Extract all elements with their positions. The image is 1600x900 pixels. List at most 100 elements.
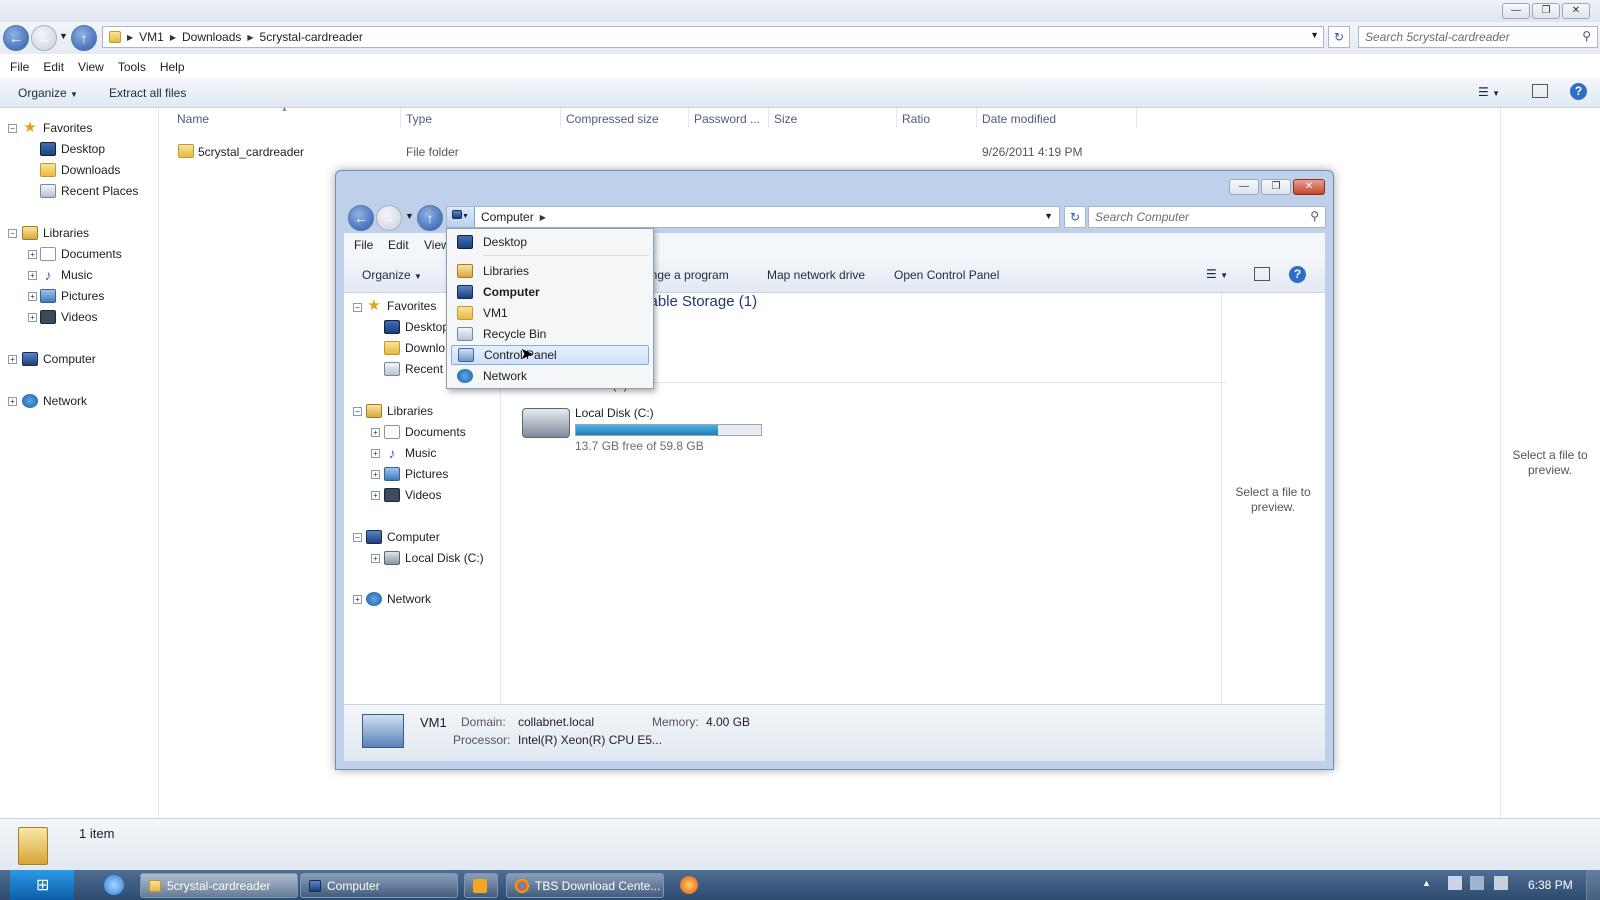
expand-icon[interactable]: + — [8, 355, 17, 364]
tree-documents[interactable]: Documents — [40, 247, 122, 261]
open-control-panel-button[interactable]: Open Control Panel — [894, 268, 999, 282]
taskbar-task-cardreader[interactable]: 5crystal-cardreader — [140, 873, 298, 898]
expand-icon[interactable]: + — [371, 554, 380, 563]
maximize-button[interactable]: ❐ — [1532, 3, 1560, 19]
tree-computer[interactable]: Computer — [366, 530, 440, 544]
tree-libraries[interactable]: Libraries — [366, 404, 433, 418]
column-type[interactable]: Type — [406, 112, 432, 126]
close-button[interactable]: ✕ — [1293, 179, 1325, 195]
collapse-icon[interactable]: − — [353, 407, 362, 416]
network-status-icon[interactable] — [1470, 876, 1484, 890]
map-network-drive-button[interactable]: Map network drive — [767, 268, 865, 282]
view-options-icon[interactable]: ☰ ▼ — [1206, 267, 1228, 281]
change-program-button[interactable]: ange a program — [644, 268, 729, 282]
show-desktop-button[interactable] — [1586, 870, 1600, 900]
collapse-icon[interactable]: − — [353, 303, 362, 312]
tree-computer[interactable]: Computer — [22, 352, 96, 366]
taskbar-task-chrome[interactable]: TBS Download Cente... — [506, 873, 664, 898]
refresh-icon[interactable]: ↻ — [1328, 26, 1350, 48]
menu-help[interactable]: Help — [160, 60, 185, 74]
tree-music[interactable]: ♪ Music — [40, 268, 93, 282]
back-button[interactable]: ← — [3, 25, 29, 51]
expand-icon[interactable]: + — [8, 397, 17, 406]
column-divider[interactable] — [400, 108, 401, 128]
table-row[interactable]: 5crystal_cardreader File folder 9/26/201… — [176, 142, 1136, 162]
column-password[interactable]: Password ... — [694, 112, 760, 126]
tree-network[interactable]: Network — [366, 592, 431, 606]
column-compressed-size[interactable]: Compressed size — [566, 112, 659, 126]
expand-icon[interactable]: + — [371, 491, 380, 500]
section-removable-storage[interactable]: vable Storage (1) — [642, 293, 757, 310]
location-dropdown-button[interactable]: ▼ — [447, 207, 475, 227]
breadcrumb-current[interactable]: 5crystal-cardreader — [260, 30, 363, 44]
inner-search-input[interactable]: Search Computer ⚲ — [1088, 206, 1326, 228]
maximize-button[interactable]: ❐ — [1261, 179, 1291, 195]
tree-favorites[interactable]: ★ Favorites — [366, 298, 436, 313]
local-disk-name[interactable]: Local Disk (C:) — [575, 406, 654, 420]
hard-drive-icon[interactable] — [522, 408, 570, 438]
tree-recent-places[interactable]: Recent — [384, 362, 443, 376]
internet-explorer-icon[interactable] — [104, 875, 124, 895]
outer-search-input[interactable]: Search 5crystal-cardreader ⚲ — [1358, 26, 1598, 48]
menu-edit[interactable]: Edit — [43, 60, 64, 74]
breadcrumb-vm1[interactable]: VM1 — [139, 30, 164, 44]
tree-favorites[interactable]: ★ Favorites — [22, 120, 92, 135]
breadcrumb-downloads[interactable]: Downloads — [182, 30, 241, 44]
chevron-down-icon[interactable]: ▼ — [1310, 30, 1319, 40]
tree-network[interactable]: Network — [22, 394, 87, 408]
column-divider[interactable] — [896, 108, 897, 128]
tree-libraries[interactable]: Libraries — [22, 226, 89, 240]
collapse-icon[interactable]: − — [8, 124, 17, 133]
organize-button[interactable]: Organize ▼ — [18, 86, 78, 100]
recent-pages-icon[interactable]: ▼ — [405, 211, 414, 221]
column-size[interactable]: Size — [774, 112, 797, 126]
tree-videos[interactable]: Videos — [40, 310, 97, 324]
column-divider[interactable] — [688, 108, 689, 128]
help-icon[interactable]: ? — [1570, 83, 1587, 100]
tree-music[interactable]: ♪ Music — [384, 446, 437, 460]
dropdown-item-network[interactable]: Network — [451, 366, 649, 386]
taskbar-media-player[interactable] — [464, 873, 498, 898]
forward-button[interactable]: → — [31, 25, 57, 51]
expand-icon[interactable]: + — [28, 271, 37, 280]
tree-recent-places[interactable]: Recent Places — [40, 184, 138, 198]
expand-icon[interactable]: + — [371, 428, 380, 437]
action-center-icon[interactable] — [1448, 876, 1462, 890]
show-hidden-icons-icon[interactable]: ▲ — [1422, 878, 1431, 888]
column-name[interactable]: Name — [177, 112, 209, 126]
column-divider[interactable] — [560, 108, 561, 128]
collapse-icon[interactable]: − — [353, 533, 362, 542]
dropdown-item-recycle-bin[interactable]: Recycle Bin — [451, 324, 649, 344]
preview-pane-icon[interactable] — [1254, 267, 1270, 281]
menu-file[interactable]: File — [10, 60, 29, 74]
volume-icon[interactable] — [1494, 876, 1508, 890]
tree-downloads[interactable]: Downlo — [384, 341, 445, 355]
inner-address-bar[interactable]: ▼ Computer ▶ ▼ — [446, 206, 1060, 228]
refresh-icon[interactable]: ↻ — [1064, 206, 1086, 228]
minimize-button[interactable]: — — [1229, 179, 1259, 195]
dropdown-item-desktop[interactable]: Desktop — [451, 232, 649, 252]
view-options-icon[interactable]: ☰ ▼ — [1478, 85, 1500, 99]
chevron-right-icon[interactable]: ▶ — [540, 213, 546, 222]
expand-icon[interactable]: + — [353, 595, 362, 604]
collapse-icon[interactable]: − — [8, 229, 17, 238]
extract-all-button[interactable]: Extract all files — [109, 86, 186, 100]
column-divider[interactable] — [976, 108, 977, 128]
tree-local-disk[interactable]: Local Disk (C:) — [384, 551, 484, 565]
expand-icon[interactable]: + — [28, 250, 37, 259]
column-ratio[interactable]: Ratio — [902, 112, 930, 126]
column-divider[interactable] — [768, 108, 769, 128]
expand-icon[interactable]: + — [371, 470, 380, 479]
minimize-button[interactable]: — — [1502, 3, 1530, 19]
menu-view[interactable]: View — [78, 60, 104, 74]
menu-file[interactable]: File — [354, 238, 373, 252]
tree-videos[interactable]: Videos — [384, 488, 441, 502]
clock[interactable]: 6:38 PM — [1528, 878, 1573, 892]
dropdown-item-vm1[interactable]: VM1 — [451, 303, 649, 323]
organize-button[interactable]: Organize ▼ — [362, 268, 422, 282]
close-button[interactable]: ✕ — [1562, 3, 1590, 19]
dropdown-item-libraries[interactable]: Libraries — [451, 261, 649, 281]
preview-pane-icon[interactable] — [1532, 84, 1548, 98]
tree-documents[interactable]: Documents — [384, 425, 466, 439]
dropdown-item-control-panel[interactable]: Control Panel — [451, 345, 649, 365]
